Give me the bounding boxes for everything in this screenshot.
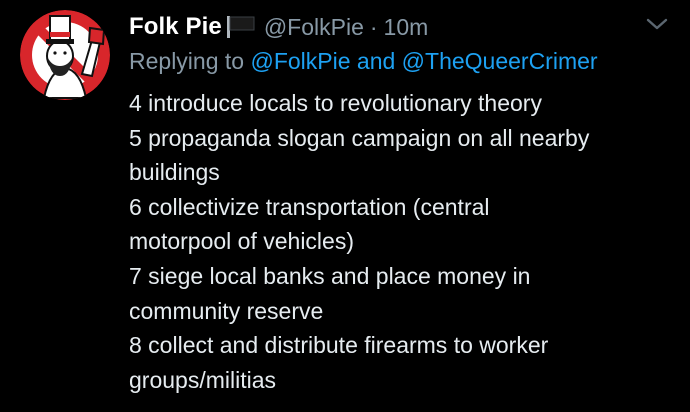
- tweet-text-line: community reserve: [129, 297, 324, 324]
- timestamp[interactable]: 10m: [384, 14, 429, 41]
- tweet-text: 4 introduce locals to revolutionary theo…: [129, 86, 674, 397]
- mention-link-folkpie[interactable]: @FolkPie: [250, 48, 350, 74]
- replying-to-label: Replying to: [129, 48, 245, 74]
- mention-link-thequeercrimer[interactable]: @TheQueerCrimer: [402, 48, 598, 74]
- tweet-header: Folk Pie @FolkPie · 10m: [129, 12, 428, 42]
- tweet-text-line: 8 collect and distribute firearms to wor…: [129, 332, 549, 359]
- black-flag-icon: [226, 15, 256, 39]
- tweet: Folk Pie @FolkPie · 10m Replying to @Fol…: [0, 0, 690, 412]
- top-hat-revolutionary-avatar-icon: [20, 10, 110, 100]
- mention-conjunction[interactable]: and: [357, 48, 395, 74]
- user-handle[interactable]: @FolkPie: [264, 14, 364, 41]
- display-name[interactable]: Folk Pie: [129, 13, 222, 41]
- tweet-text-line: 7 siege local banks and place money in: [129, 262, 531, 289]
- tweet-text-line: 5 propaganda slogan campaign on all near…: [129, 124, 590, 151]
- avatar[interactable]: [20, 10, 110, 100]
- replying-to-line: Replying to @FolkPie and @TheQueerCrimer: [129, 48, 598, 75]
- tweet-text-line: buildings: [129, 159, 220, 186]
- tweet-text-line: groups/militias: [129, 366, 276, 393]
- dot-separator: ·: [369, 13, 378, 40]
- tweet-text-line: motorpool of vehicles): [129, 228, 354, 255]
- chevron-down-icon[interactable]: [643, 12, 671, 36]
- tweet-text-line: 6 collectivize transportation (central: [129, 193, 490, 220]
- tweet-text-line: 4 introduce locals to revolutionary theo…: [129, 90, 542, 116]
